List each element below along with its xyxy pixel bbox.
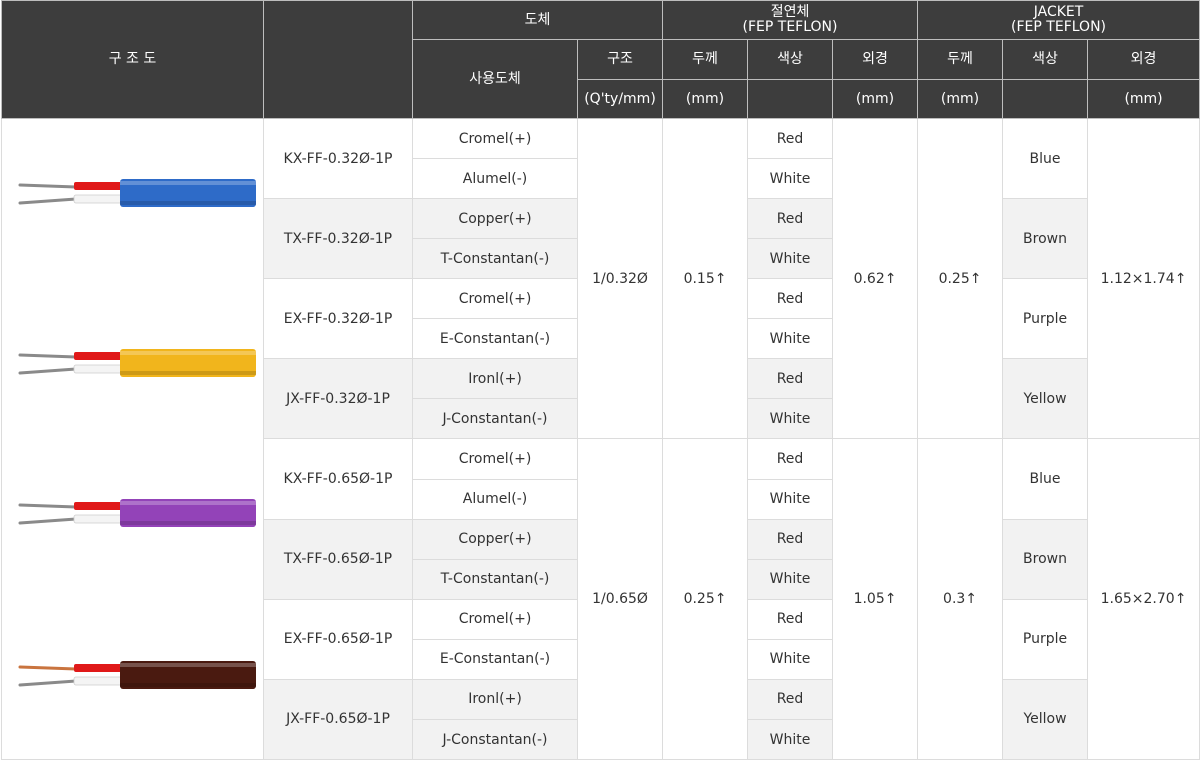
jacket-outer-unit: (mm) (1087, 79, 1200, 119)
jacket-thickness-header: 두께 (917, 39, 1004, 80)
conductor-cell: Alumel(-) (412, 478, 578, 520)
conductor-cell: E-Constantan(-) (412, 638, 578, 680)
insulation-color-cell: White (747, 638, 834, 680)
ins-outer-header: 외경 (832, 39, 919, 80)
insulation-color-cell: Red (747, 358, 834, 400)
ins-outer-cell: 1.05↑ (832, 438, 919, 760)
spec-table: 구 조 도 도체 절연체 (FEP TEFLON) JACKET (FEP TE… (1, 0, 1200, 761)
conductor-cell: Alumel(-) (412, 158, 578, 199)
structure-header: 구조 (576, 39, 664, 80)
insulation-color-cell: White (747, 158, 834, 199)
insulation-color-cell: White (747, 318, 834, 360)
ins-thickness-cell: 0.25↑ (662, 438, 749, 760)
model-cell: TX-FF-0.32Ø-1P (263, 197, 413, 280)
insulation-title: 절연체 (770, 4, 810, 20)
jacket-color-cell: Yellow (1002, 358, 1089, 440)
insulation-color-cell: Red (747, 598, 834, 640)
model-cell: TX-FF-0.65Ø-1P (263, 518, 413, 600)
insulation-color-cell: Red (747, 278, 834, 320)
conductor-cell: E-Constantan(-) (412, 318, 578, 360)
jacket-color-header: 색상 (1002, 39, 1089, 80)
insulation-material: (FEP TEFLON) (742, 19, 838, 35)
jacket-color-cell: Purple (1002, 278, 1089, 360)
ins-outer-unit: (mm) (832, 79, 919, 119)
table-body: KX-FF-0.32Ø-1P Cromel(+) 1/0.32Ø 0.15↑ Red 0.… (1, 117, 1200, 761)
jacket-outer-cell: 1.65×2.70↑ (1087, 438, 1200, 760)
structure-cell: 1/0.65Ø (576, 438, 664, 760)
purple-cable-image (16, 487, 256, 539)
model-cell: EX-FF-0.32Ø-1P (263, 278, 413, 360)
jacket-color-cell: Blue (1002, 118, 1089, 199)
insulation-color-cell: White (747, 719, 834, 760)
used-conductor-header: 사용도체 (412, 39, 578, 119)
ins-color-unit (747, 79, 834, 119)
model-cell: EX-FF-0.65Ø-1P (263, 598, 413, 680)
jacket-thickness-unit: (mm) (917, 79, 1004, 119)
conductor-cell: Copper(+) (412, 518, 578, 560)
table-header: 구 조 도 도체 절연체 (FEP TEFLON) JACKET (FEP TE… (1, 0, 1200, 119)
insulation-color-cell: Red (747, 518, 834, 560)
ins-thickness-header: 두께 (662, 39, 749, 80)
conductor-cell: Copper(+) (412, 197, 578, 240)
jacket-outer-header: 외경 (1087, 39, 1200, 80)
structure-cell: 1/0.32Ø (576, 117, 664, 440)
jacket-material: (FEP TEFLON) (1011, 19, 1107, 35)
insulation-color-cell: Red (747, 438, 834, 480)
jacket-thickness-cell: 0.3↑ (917, 438, 1004, 760)
structure-unit: (Q'ty/mm) (576, 79, 664, 119)
insulation-color-cell: Red (747, 197, 834, 240)
insulation-header: 절연체 (FEP TEFLON) (662, 0, 919, 40)
yellow-cable-image (16, 337, 256, 389)
jacket-title: JACKET (1033, 4, 1084, 20)
conductor-header: 도체 (411, 0, 664, 40)
conductor-cell: Cromel(+) (412, 118, 578, 159)
insulation-color-cell: White (747, 478, 834, 520)
jacket-color-cell: Yellow (1002, 678, 1089, 761)
jacket-color-cell: Purple (1002, 598, 1089, 680)
insulation-color-cell: White (747, 238, 834, 280)
ins-thickness-cell: 0.15↑ (662, 117, 749, 440)
structure-diagram-header: 구 조 도 (1, 0, 264, 119)
model-cell: JX-FF-0.65Ø-1P (263, 678, 413, 761)
brown-cable-image (16, 649, 256, 701)
jacket-header: JACKET (FEP TEFLON) (917, 0, 1200, 40)
insulation-color-cell: White (747, 398, 834, 440)
ins-color-header: 색상 (747, 39, 834, 80)
table-row: KX-FF-0.32Ø-1P Cromel(+) 1/0.32Ø 0.15↑ Red 0.… (1, 117, 1200, 760)
insulation-color-cell: Red (747, 678, 834, 721)
model-cell: KX-FF-0.32Ø-1P (263, 118, 413, 199)
conductor-cell: Ironl(+) (412, 678, 578, 721)
conductor-cell: Cromel(+) (412, 438, 578, 480)
model-header (263, 0, 413, 119)
cable-images-cell (1, 118, 264, 760)
jacket-color-unit (1002, 79, 1089, 119)
jacket-color-cell: Brown (1002, 518, 1089, 600)
conductor-cell: Cromel(+) (412, 278, 578, 320)
jacket-outer-cell: 1.12×1.74↑ (1087, 117, 1200, 440)
insulation-color-cell: Red (747, 118, 834, 159)
model-cell: JX-FF-0.32Ø-1P (263, 358, 413, 440)
conductor-cell: T-Constantan(-) (412, 238, 578, 280)
conductor-cell: J-Constantan(-) (412, 719, 578, 760)
conductor-cell: J-Constantan(-) (412, 398, 578, 440)
jacket-color-cell: Blue (1002, 438, 1089, 520)
jacket-color-cell: Brown (1002, 197, 1089, 280)
conductor-cell: Ironl(+) (412, 358, 578, 400)
ins-thickness-unit: (mm) (662, 79, 749, 119)
insulation-color-cell: White (747, 558, 834, 600)
model-cell: KX-FF-0.65Ø-1P (263, 438, 413, 520)
conductor-cell: Cromel(+) (412, 598, 578, 640)
blue-cable-image (16, 167, 256, 219)
jacket-thickness-cell: 0.25↑ (917, 117, 1004, 440)
ins-outer-cell: 0.62↑ (832, 117, 919, 440)
conductor-cell: T-Constantan(-) (412, 558, 578, 600)
